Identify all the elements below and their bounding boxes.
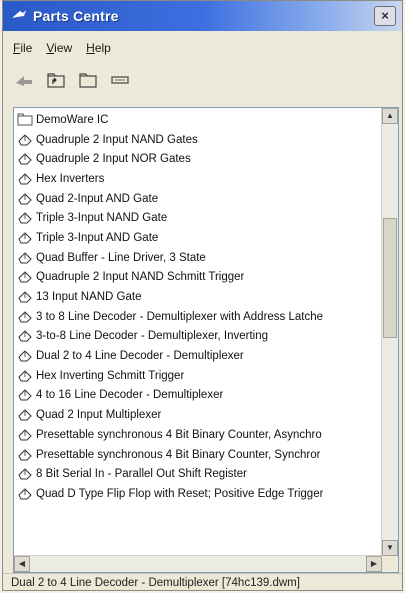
chip-icon [16,487,34,501]
chip-icon [16,448,34,462]
list-item-label: Quadruple 2 Input NOR Gates [36,153,191,166]
scroll-right-button[interactable]: ▶ [366,556,382,572]
toolbar [13,67,131,93]
list-item[interactable]: 3-to-8 Line Decoder - Demultiplexer, Inv… [16,327,382,347]
menu-help[interactable]: Help [86,41,111,59]
scroll-thumb[interactable] [383,218,397,338]
chip-icon [16,369,34,383]
parent-folder-icon[interactable] [45,69,67,91]
list-item-label: Quad 2 Input Multiplexer [36,409,162,422]
list-item-label: Quad Buffer - Line Driver, 3 State [36,251,206,264]
list-item[interactable]: 8 Bit Serial In - Parallel Out Shift Reg… [16,464,382,484]
list-item[interactable]: Hex Inverting Schmitt Trigger [16,366,382,386]
list-item[interactable]: Dual 2 to 4 Line Decoder - Demultiplexer [16,346,382,366]
chip-icon [16,211,34,225]
list-item[interactable]: Triple 3-Input AND Gate [16,228,382,248]
list-item[interactable]: Quad D Type Flip Flop with Reset; Positi… [16,484,382,504]
list-item-label: Triple 3-Input NAND Gate [36,212,168,225]
list-item-label: Quadruple 2 Input NAND Schmitt Trigger [36,271,245,284]
list-item-label: Presettable synchronous 4 Bit Binary Cou… [36,448,321,461]
list-item[interactable]: Quad 2-Input AND Gate [16,189,382,209]
list-item[interactable]: 4 to 16 Line Decoder - Demultiplexer [16,386,382,406]
menu-view[interactable]: View [46,41,72,59]
list-item[interactable]: Triple 3-Input NAND Gate [16,208,382,228]
list-item-label: Quadruple 2 Input NAND Gates [36,133,198,146]
back-arrow-icon[interactable] [13,69,35,91]
list-item[interactable]: Quadruple 2 Input NOR Gates [16,149,382,169]
parts-list-rows: DemoWare IC Quadruple 2 Input NAND Gates Q… [16,110,382,558]
list-item[interactable]: Quadruple 2 Input NAND Schmitt Trigger [16,268,382,288]
vertical-scrollbar[interactable]: ▲ ▼ [381,108,398,556]
menu-accelerator: V [46,41,55,55]
parts-centre-window: Parts Centre × File View Help DemoWare IC Q… [2,0,403,591]
close-button[interactable]: × [374,6,396,26]
scroll-corner [382,556,398,572]
list-item-label: 3-to-8 Line Decoder - Demultiplexer, Inv… [36,330,269,343]
list-item-label: 13 Input NAND Gate [36,291,142,304]
new-folder-icon[interactable] [77,69,99,91]
scroll-up-button[interactable]: ▲ [382,108,398,124]
menu-label-rest: iew [54,41,73,55]
list-item[interactable]: 3 to 8 Line Decoder - Demultiplexer with… [16,307,382,327]
list-item-label: 4 to 16 Line Decoder - Demultiplexer [36,389,224,402]
chip-icon [16,192,34,206]
list-item[interactable]: Presettable synchronous 4 Bit Binary Cou… [16,445,382,465]
chip-icon [16,467,34,481]
chip-icon [16,329,34,343]
list-item-label: Hex Inverters [36,172,105,185]
chip-icon [16,310,34,324]
menu-file[interactable]: File [13,41,32,59]
list-item[interactable]: Quad Buffer - Line Driver, 3 State [16,248,382,268]
chip-icon [16,231,34,245]
list-item-label: 8 Bit Serial In - Parallel Out Shift Reg… [36,468,247,481]
chip-icon [16,172,34,186]
list-item-label: DemoWare IC [36,113,109,126]
menu-label-rest: elp [94,41,111,55]
list-item-label: Quad D Type Flip Flop with Reset; Positi… [36,487,324,500]
part-icon[interactable] [109,69,131,91]
list-item[interactable]: Quadruple 2 Input NAND Gates [16,130,382,150]
list-item[interactable]: Quad 2 Input Multiplexer [16,405,382,425]
chip-icon [16,290,34,304]
chip-icon [16,428,34,442]
chip-icon [16,152,34,166]
chip-icon [16,251,34,265]
list-item[interactable]: Hex Inverters [16,169,382,189]
list-item[interactable]: Presettable synchronous 4 Bit Binary Cou… [16,425,382,445]
list-item[interactable]: 13 Input NAND Gate [16,287,382,307]
list-item[interactable]: DemoWare IC [16,110,382,130]
title-bar[interactable]: Parts Centre × [3,1,402,31]
status-bar: Dual 2 to 4 Line Decoder - Demultiplexer… [3,573,402,591]
chip-icon [16,388,34,402]
menu-accelerator: H [86,41,95,55]
chip-icon [16,133,34,147]
menu-label-rest: ile [20,41,33,55]
folder-icon [16,113,34,127]
parts-list[interactable]: DemoWare IC Quadruple 2 Input NAND Gates Q… [13,107,399,573]
scroll-left-button[interactable]: ◀ [14,556,30,572]
window-title: Parts Centre [33,8,119,24]
list-item-label: 3 to 8 Line Decoder - Demultiplexer with… [36,310,324,323]
horizontal-scrollbar[interactable]: ◀ ▶ [14,555,382,572]
chip-icon [16,408,34,422]
app-icon [11,8,33,25]
chip-icon [16,270,34,284]
chip-icon [16,349,34,363]
list-item-label: Quad 2-Input AND Gate [36,192,159,205]
list-item-label: Hex Inverting Schmitt Trigger [36,369,185,382]
menu-bar: File View Help [13,41,111,59]
list-item-label: Triple 3-Input AND Gate [36,231,159,244]
list-item-label: Dual 2 to 4 Line Decoder - Demultiplexer [36,350,244,363]
scroll-down-button[interactable]: ▼ [382,540,398,556]
list-item-label: Presettable synchronous 4 Bit Binary Cou… [36,428,322,441]
